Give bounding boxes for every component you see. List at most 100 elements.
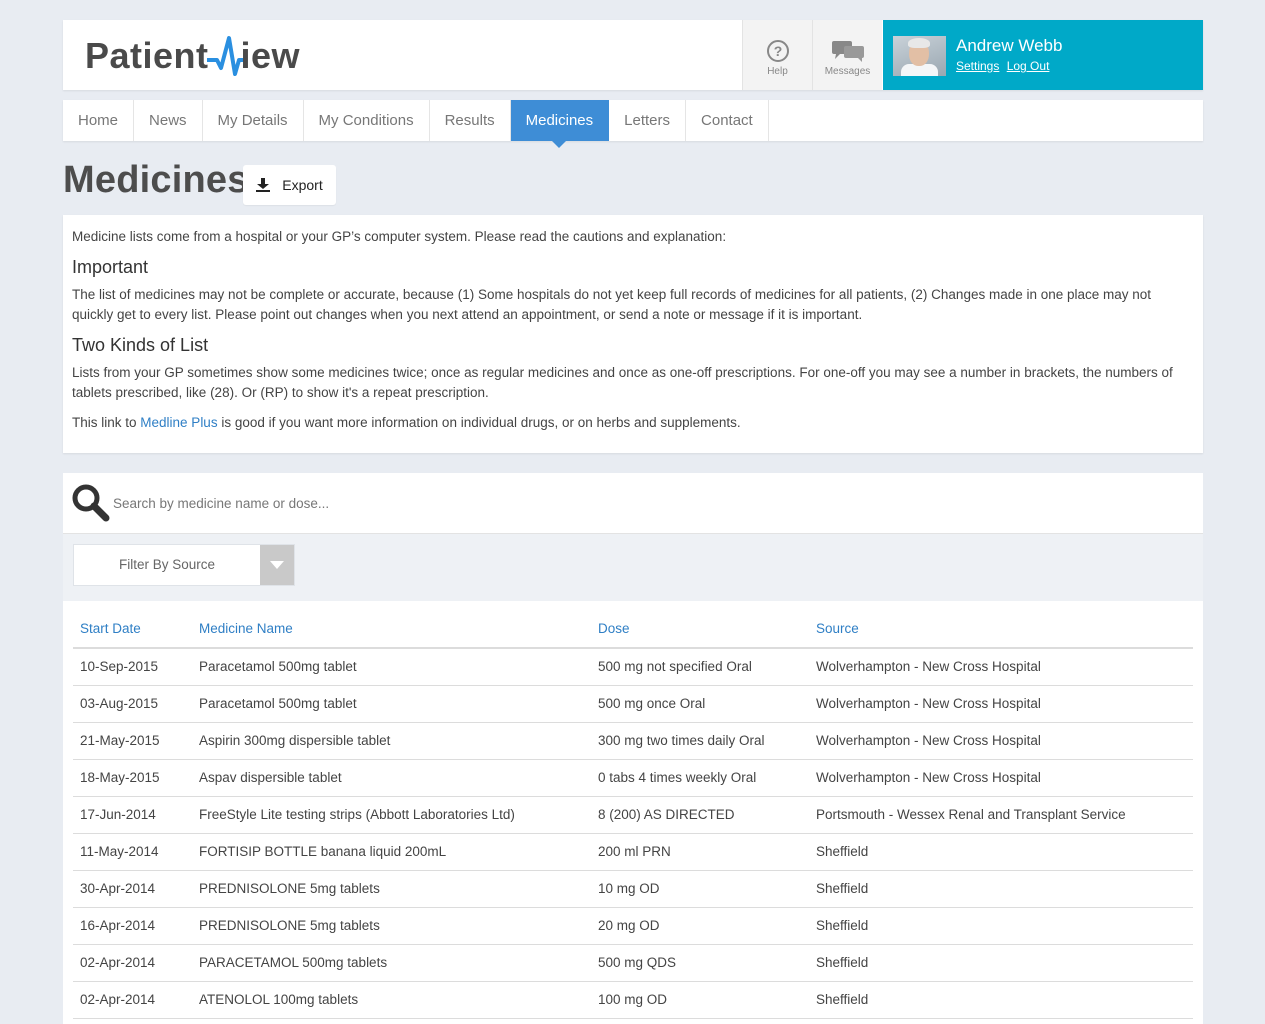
cell-medicine-name: Paracetamol 500mg tablet	[192, 648, 591, 686]
help-label: Help	[767, 66, 788, 77]
filter-bar: Filter By Source	[63, 534, 1203, 601]
chevron-down-icon[interactable]	[260, 545, 294, 585]
cell-source: Sheffield	[809, 870, 1193, 908]
cell-start-date: 02-Apr-2014	[73, 981, 192, 1019]
cell-source: Wolverhampton - New Cross Hospital	[809, 648, 1193, 686]
cell-medicine-name: Aspav dispersible tablet	[192, 759, 591, 797]
cell-dose: 500 mg once Oral	[591, 685, 809, 723]
messages-button[interactable]: Messages	[812, 20, 882, 90]
info-panel: Medicine lists come from a hospital or y…	[63, 215, 1203, 453]
cell-source: Portsmouth - Wessex Renal and Transplant…	[809, 796, 1193, 834]
user-panel: Andrew Webb Settings Log Out	[883, 20, 1203, 90]
cell-dose: 8 (200) AS DIRECTED	[591, 796, 809, 834]
nav-item-contact[interactable]: Contact	[686, 100, 769, 141]
cell-medicine-name: Aspirin 300mg dispersible tablet	[192, 722, 591, 760]
two-kinds-text: Lists from your GP sometimes show some m…	[72, 365, 1173, 400]
cell-start-date: 30-Apr-2014	[73, 870, 192, 908]
cell-source: Wolverhampton - New Cross Hospital	[809, 722, 1193, 760]
nav-item-home[interactable]: Home	[63, 100, 135, 141]
cell-medicine-name: PREDNISOLONE 5mg tablets	[192, 870, 591, 908]
cell-start-date: 17-Jun-2014	[73, 796, 192, 834]
header: Patient iew ? Help Messages Andrew Webb …	[63, 20, 1203, 90]
cell-medicine-name: Paracetamol 500mg tablet	[192, 685, 591, 723]
avatar	[893, 36, 946, 76]
cell-dose: 0 tabs 4 times weekly Oral	[591, 759, 809, 797]
cell-medicine-name: PARACETAMOL 500mg tablets	[192, 944, 591, 982]
table-row: 10-Sep-2015 Paracetamol 500mg tablet 500 m…	[73, 648, 1193, 686]
main-nav: Home News My Details My Conditions Resul…	[63, 100, 1203, 148]
patientview-logo[interactable]: Patient iew	[85, 34, 300, 78]
cell-medicine-name: FORTISIP BOTTLE banana liquid 200mL	[192, 833, 591, 871]
info-intro: Medicine lists come from a hospital or y…	[72, 229, 727, 244]
messages-label: Messages	[824, 66, 871, 77]
nav-item-medicines[interactable]: Medicines	[510, 100, 610, 148]
nav-item-my-details[interactable]: My Details	[203, 100, 304, 141]
cell-start-date: 10-Sep-2015	[73, 648, 192, 686]
cell-start-date: 11-May-2014	[73, 833, 192, 871]
table-row: 21-May-2015 Aspirin 300mg dispersible tab…	[73, 722, 1193, 760]
cell-start-date: 16-Apr-2014	[73, 907, 192, 945]
export-label: Export	[282, 177, 323, 193]
cell-dose: 500 mg not specified Oral	[591, 648, 809, 686]
cell-source: Sheffield	[809, 907, 1193, 945]
logo-text-right: iew	[240, 35, 301, 76]
medline-prefix: This link to	[72, 415, 141, 430]
cell-start-date: 03-Aug-2015	[73, 685, 192, 723]
help-button[interactable]: ? Help	[742, 20, 812, 90]
table-row: 16-Apr-2014 PREDNISOLONE 5mg tablets 20 mg…	[73, 907, 1193, 945]
table-row: 18-May-2015 Aspav dispersible tablet 0 tab…	[73, 759, 1193, 797]
column-header-source[interactable]: Source	[809, 601, 1193, 649]
settings-link[interactable]: Settings	[956, 59, 999, 73]
medicines-table: Start Date Medicine Name Dose Source 10-…	[73, 601, 1193, 1019]
medline-plus-link[interactable]: Medline Plus	[140, 415, 217, 430]
nav-item-my-conditions[interactable]: My Conditions	[304, 100, 430, 141]
export-button[interactable]: Export	[243, 165, 336, 205]
cell-start-date: 02-Apr-2014	[73, 944, 192, 982]
cell-source: Sheffield	[809, 981, 1193, 1019]
cell-dose: 300 mg two times daily Oral	[591, 722, 809, 760]
help-icon: ?	[766, 40, 789, 62]
cell-start-date: 21-May-2015	[73, 722, 192, 760]
nav-item-news[interactable]: News	[134, 100, 203, 141]
cell-source: Sheffield	[809, 944, 1193, 982]
search-input[interactable]	[113, 489, 1183, 517]
important-heading: Important	[72, 257, 149, 277]
nav-item-letters[interactable]: Letters	[609, 100, 687, 141]
filter-by-source-select[interactable]: Filter By Source	[73, 544, 295, 586]
cell-medicine-name: PREDNISOLONE 5mg tablets	[192, 907, 591, 945]
medline-paragraph: This link to Medline Plus is good if you…	[72, 413, 1194, 433]
download-icon	[256, 178, 271, 192]
cell-dose: 20 mg OD	[591, 907, 809, 945]
cell-source: Wolverhampton - New Cross Hospital	[809, 759, 1193, 797]
messages-icon	[831, 41, 864, 62]
table-row: 30-Apr-2014 PREDNISOLONE 5mg tablets 10 mg…	[73, 870, 1193, 908]
column-header-dose[interactable]: Dose	[591, 601, 809, 649]
cell-source: Sheffield	[809, 833, 1193, 871]
medicines-table-container: Start Date Medicine Name Dose Source 10-…	[63, 601, 1203, 1024]
search-bar	[63, 473, 1203, 534]
table-row: 03-Aug-2015 Paracetamol 500mg tablet 500 m…	[73, 685, 1193, 723]
logo-text-left: Patient	[85, 35, 209, 76]
table-row: 02-Apr-2014 ATENOLOL 100mg tablets 100 mg …	[73, 981, 1193, 1019]
page-title: Medicines	[63, 159, 249, 201]
column-header-medicine-name[interactable]: Medicine Name	[192, 601, 591, 649]
search-icon	[72, 484, 110, 522]
cell-dose: 500 mg QDS	[591, 944, 809, 982]
nav-item-results[interactable]: Results	[430, 100, 511, 141]
logout-link[interactable]: Log Out	[1007, 59, 1050, 73]
cell-source: Wolverhampton - New Cross Hospital	[809, 685, 1193, 723]
cell-dose: 200 ml PRN	[591, 833, 809, 871]
cell-dose: 10 mg OD	[591, 870, 809, 908]
svg-text:?: ?	[773, 43, 782, 59]
cell-dose: 100 mg OD	[591, 981, 809, 1019]
table-header-row: Start Date Medicine Name Dose Source	[73, 601, 1193, 649]
table-row: 11-May-2014 FORTISIP BOTTLE banana liquid…	[73, 833, 1193, 871]
cell-medicine-name: ATENOLOL 100mg tablets	[192, 981, 591, 1019]
column-header-start-date[interactable]: Start Date	[73, 601, 192, 649]
user-name: Andrew Webb	[956, 36, 1063, 55]
table-row: 17-Jun-2014 FreeStyle Lite testing strips…	[73, 796, 1193, 834]
filter-selected-value: Filter By Source	[118, 557, 216, 572]
cell-start-date: 18-May-2015	[73, 759, 192, 797]
medline-suffix: is good if you want more information on …	[217, 415, 741, 430]
two-kinds-heading: Two Kinds of List	[72, 335, 209, 355]
